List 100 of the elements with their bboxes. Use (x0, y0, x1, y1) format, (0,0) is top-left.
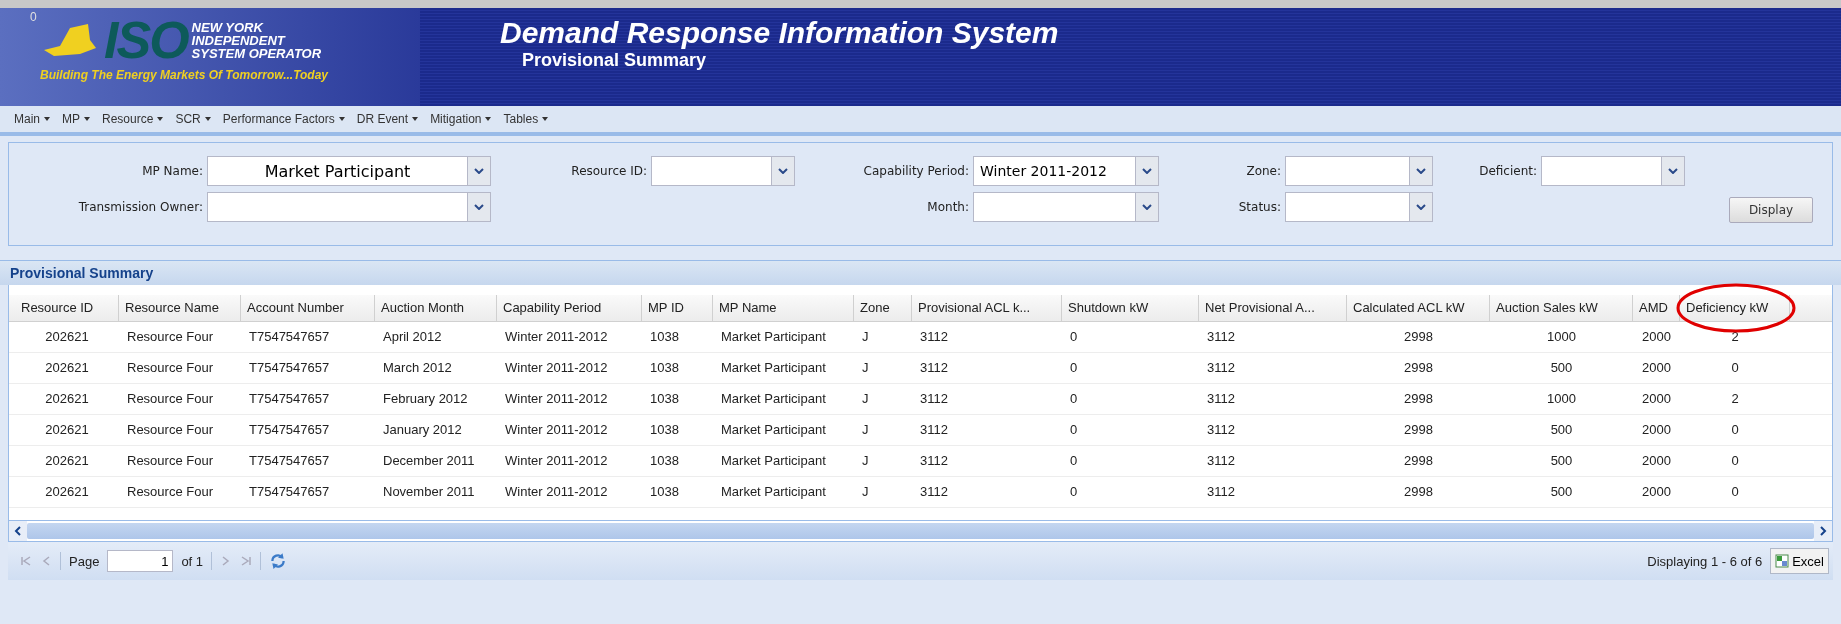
display-button[interactable]: Display (1729, 197, 1813, 223)
scroll-left-icon[interactable] (14, 526, 22, 536)
dropdown-field[interactable] (207, 192, 491, 222)
logo-tagline: Building The Energy Markets Of Tomorrow...Today (40, 68, 330, 82)
table-cell-text: 500 (1549, 483, 1574, 501)
chevron-down-icon (474, 168, 484, 174)
menu-item[interactable]: Performance Factors (216, 112, 351, 126)
column-header[interactable]: MP Name (713, 295, 854, 321)
table-cell-text: 3112 (1206, 421, 1236, 439)
table-cell-text: 2998 (1403, 359, 1434, 377)
table-cell-text: 202621 (44, 359, 90, 377)
table-cell-text: January 2012 (382, 421, 463, 439)
dropdown-field[interactable]: Winter 2011-2012 (973, 156, 1159, 186)
caret-icon (542, 117, 549, 121)
chevron-down-icon (1142, 168, 1152, 174)
column-header[interactable]: Zone (854, 295, 912, 321)
caret-icon (157, 117, 164, 121)
table-cell-text: T7547547657 (248, 328, 331, 346)
table-cell-text: 1000 (1546, 390, 1577, 408)
app-title: Demand Response Information System (500, 16, 1059, 50)
table-cell-text: J (861, 421, 870, 439)
table-cell-text: 1000 (1546, 328, 1577, 346)
column-header[interactable]: Auction Sales kW (1490, 295, 1633, 321)
table-cell-text: 2998 (1403, 390, 1434, 408)
table-cell-text: 1038 (649, 483, 680, 501)
table-cell-text: April 2012 (382, 328, 443, 346)
logo-text: SYSTEM OPERATOR (191, 46, 322, 60)
dropdown-field[interactable] (1285, 156, 1433, 186)
table-cell-text: Resource Four (126, 390, 214, 408)
table-cell-text: 0 (1730, 421, 1740, 439)
caret-icon (485, 117, 492, 121)
table-cell-text: 0 (1069, 483, 1079, 501)
column-header[interactable]: Account Number (241, 295, 375, 321)
table-cell-text: 2998 (1403, 328, 1434, 346)
menu-item[interactable]: DR Event (350, 112, 425, 126)
column-header[interactable]: Provisional ACL k... (912, 295, 1062, 321)
table-cell-text: Resource Four (126, 359, 214, 377)
menu-item[interactable]: Mitigation (424, 112, 498, 126)
dropdown-field[interactable] (1285, 192, 1433, 222)
dropdown-field[interactable] (651, 156, 795, 186)
table-cell-text: 3112 (1206, 452, 1236, 470)
column-header[interactable]: Shutdown kW (1062, 295, 1199, 321)
table-cell-text: 3112 (1206, 483, 1236, 501)
column-header[interactable]: MP ID (642, 295, 713, 321)
table-cell-text: 2000 (1641, 359, 1672, 377)
table-cell-text: 1038 (649, 390, 680, 408)
column-header[interactable]: AMD (1633, 295, 1680, 321)
chevron-down-icon (474, 204, 484, 210)
menu-item[interactable]: Resource (96, 112, 170, 126)
table-cell-text: 2000 (1641, 390, 1672, 408)
column-header[interactable]: Auction Month (375, 295, 497, 321)
table-cell-text: J (861, 328, 870, 346)
table-cell-text: 202621 (44, 328, 90, 346)
previous-page-icon[interactable] (40, 555, 52, 567)
refresh-icon[interactable] (269, 552, 288, 570)
column-header[interactable]: Net Provisional A... (1199, 295, 1347, 321)
column-header[interactable]: Calculated ACL kW (1347, 295, 1490, 321)
table-cell-text: Winter 2011-2012 (504, 483, 609, 501)
table-cell-text: 3112 (919, 328, 949, 346)
table-cell-text: J (861, 483, 870, 501)
table-cell-text: 0 (1069, 452, 1079, 470)
menu-item[interactable]: Tables (497, 112, 555, 126)
filter-label: Transmission Owner: (77, 200, 204, 214)
table-cell-text: Winter 2011-2012 (504, 390, 609, 408)
chevron-down-icon (1142, 204, 1152, 210)
table-cell-text: 3112 (919, 359, 949, 377)
table-cell-text: 202621 (44, 390, 90, 408)
table-cell-text: November 2011 (382, 483, 476, 501)
column-header[interactable]: Capability Period (497, 295, 642, 321)
table-cell-text: T7547547657 (248, 359, 331, 377)
excel-button[interactable]: Excel (1770, 548, 1829, 574)
table-cell-text: 0 (1730, 483, 1740, 501)
table-cell-text: 1038 (649, 452, 680, 470)
menu-item[interactable]: SCR (169, 112, 217, 126)
table-cell-text: J (861, 452, 870, 470)
dropdown-field[interactable] (1541, 156, 1685, 186)
column-header[interactable]: Resource ID (15, 295, 119, 321)
table-cell-text: Market Participant (720, 483, 827, 501)
table-cell-text: 3112 (919, 452, 949, 470)
dropdown-field[interactable] (973, 192, 1159, 222)
filter-label: Zone: (1245, 164, 1282, 178)
table-cell-text: 500 (1549, 452, 1574, 470)
table-cell-text: 0 (1069, 359, 1079, 377)
page-input[interactable]: 1 (107, 550, 174, 572)
menu-item[interactable]: MP (56, 112, 96, 126)
table-cell-text: 2998 (1403, 483, 1434, 501)
table-cell-text: 2 (1730, 328, 1740, 346)
table-cell-text: Market Participant (720, 390, 827, 408)
table-cell-text: 500 (1549, 359, 1574, 377)
scroll-right-icon[interactable] (1819, 526, 1827, 536)
table-cell-text: T7547547657 (248, 452, 331, 470)
table-cell-text: Market Participant (720, 421, 827, 439)
column-header[interactable]: Resource Name (119, 295, 241, 321)
corner-mark: 0 (30, 10, 37, 24)
horizontal-scrollbar[interactable] (8, 521, 1833, 542)
dropdown-field[interactable]: Market Participant (207, 156, 491, 186)
menu-item[interactable]: Main (8, 112, 56, 126)
last-page-icon[interactable] (240, 555, 253, 567)
first-page-icon[interactable] (20, 555, 32, 567)
table-cell-text: 0 (1730, 359, 1740, 377)
